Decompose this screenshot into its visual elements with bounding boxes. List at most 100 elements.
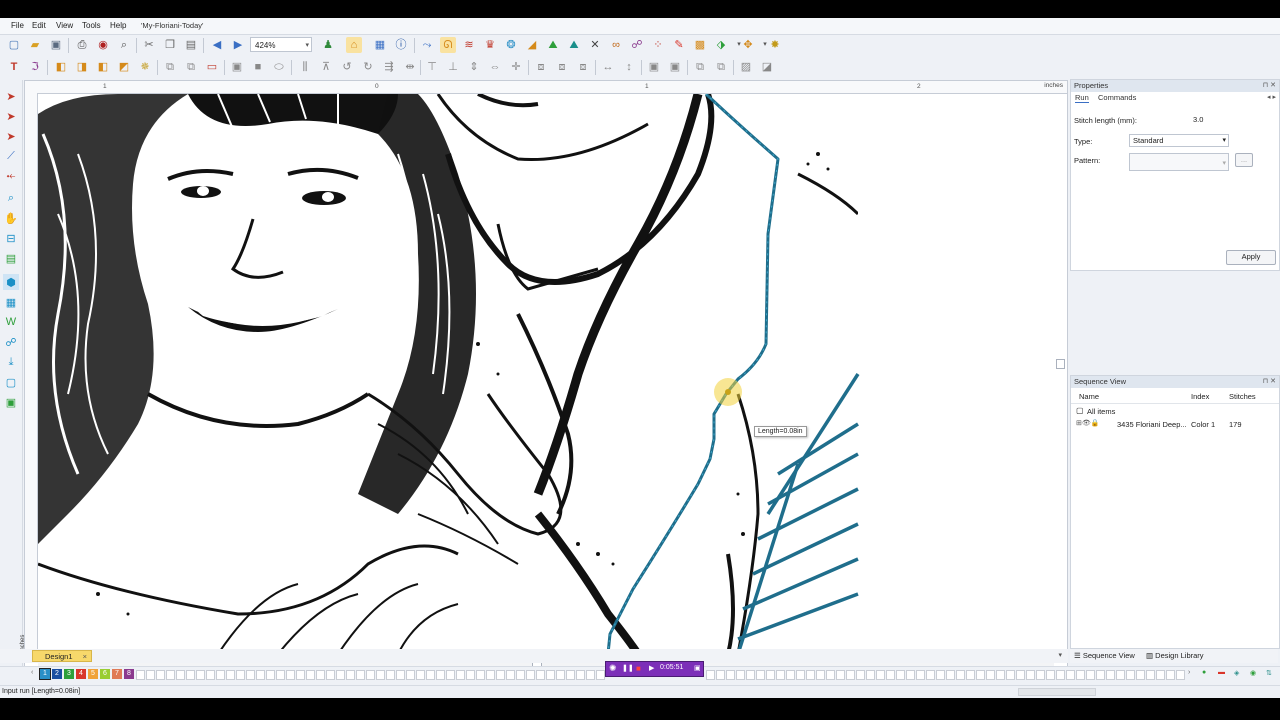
align-left-icon[interactable]: ◧ xyxy=(53,59,69,75)
empty-color-slot[interactable] xyxy=(996,670,1005,680)
sort-icon[interactable]: ⇅ xyxy=(1266,669,1272,677)
color-swatch[interactable]: 8 xyxy=(124,669,134,679)
empty-color-slot[interactable] xyxy=(706,670,715,680)
empty-color-slot[interactable] xyxy=(886,670,895,680)
empty-color-slot[interactable] xyxy=(946,670,955,680)
empty-color-slot[interactable] xyxy=(1126,670,1135,680)
hoop-icon[interactable]: ♟ xyxy=(320,37,336,53)
column-name[interactable]: Name xyxy=(1079,392,1099,401)
stitch-view-icon[interactable]: W xyxy=(3,314,19,330)
pattern-icon[interactable]: ▩ xyxy=(692,37,708,53)
menu-file[interactable]: File xyxy=(11,21,24,30)
run-stitch-icon[interactable]: ⤳ xyxy=(419,37,435,53)
empty-color-slot[interactable] xyxy=(416,670,425,680)
crystal-icon[interactable]: ⛰ xyxy=(545,37,561,53)
import-icon[interactable]: ⤓ xyxy=(3,354,19,370)
shape-icon[interactable]: ⛰ xyxy=(566,37,582,53)
hoop-view-icon[interactable]: ▢ xyxy=(3,374,19,390)
print-preview-icon[interactable]: ⌕ xyxy=(116,37,132,53)
empty-color-slot[interactable] xyxy=(836,670,845,680)
empty-color-slot[interactable] xyxy=(956,670,965,680)
empty-color-slot[interactable] xyxy=(266,670,275,680)
empty-color-slot[interactable] xyxy=(536,670,545,680)
pencil-icon[interactable]: ✎ xyxy=(671,37,687,53)
empty-color-slot[interactable] xyxy=(426,670,435,680)
ellipse-icon[interactable]: ⬭ xyxy=(271,59,287,75)
empty-color-slot[interactable] xyxy=(156,670,165,680)
order-front-icon[interactable]: ⧈ xyxy=(533,59,549,75)
order-back-icon[interactable]: ⧈ xyxy=(554,59,570,75)
empty-color-slot[interactable] xyxy=(576,670,585,680)
tab-sequence-view[interactable]: ☰ Sequence View xyxy=(1074,651,1135,660)
center-icon[interactable]: ✛ xyxy=(508,59,524,75)
tab-design1[interactable]: Design1 × xyxy=(32,650,92,662)
rotate-right-icon[interactable]: ↻ xyxy=(360,59,376,75)
panel-pin-close-icon[interactable]: ⊓ ✕ xyxy=(1263,80,1276,92)
empty-color-slot[interactable] xyxy=(286,670,295,680)
empty-color-slot[interactable] xyxy=(446,670,455,680)
open-folder-icon[interactable]: ▰ xyxy=(27,37,43,53)
empty-color-slot[interactable] xyxy=(896,670,905,680)
menu-help[interactable]: Help xyxy=(110,21,126,30)
knife-icon[interactable]: ⟋ xyxy=(3,148,19,164)
empty-color-slot[interactable] xyxy=(406,670,415,680)
empty-color-slot[interactable] xyxy=(206,670,215,680)
crop-icon[interactable]: ▣ xyxy=(646,59,662,75)
align-bottom-icon[interactable]: ◩ xyxy=(116,59,132,75)
empty-color-slot[interactable] xyxy=(716,670,725,680)
empty-color-slot[interactable] xyxy=(1116,670,1125,680)
color-swatch[interactable]: 4 xyxy=(76,669,86,679)
applique-icon[interactable]: ◢ xyxy=(524,37,540,53)
close-icon[interactable]: × xyxy=(83,651,87,663)
empty-color-slot[interactable] xyxy=(1106,670,1115,680)
empty-color-slot[interactable] xyxy=(216,670,225,680)
empty-color-slot[interactable] xyxy=(596,670,605,680)
empty-color-slot[interactable] xyxy=(1166,670,1175,680)
text-path-icon[interactable]: ℑ xyxy=(27,59,43,75)
align-top-icon[interactable]: ⊤ xyxy=(424,59,440,75)
panel-pin-close-icon[interactable]: ⊓ ✕ xyxy=(1263,376,1276,388)
empty-color-slot[interactable] xyxy=(546,670,555,680)
empty-color-slot[interactable] xyxy=(436,670,445,680)
empty-color-slot[interactable] xyxy=(346,670,355,680)
empty-color-slot[interactable] xyxy=(486,670,495,680)
mirror-v-icon[interactable]: ⊼ xyxy=(318,59,334,75)
menu-tools[interactable]: Tools xyxy=(82,21,101,30)
background-icon[interactable]: ▣ xyxy=(3,394,19,410)
print-icon[interactable]: ⎙ xyxy=(74,37,90,53)
tab-design-library[interactable]: ▥ Design Library xyxy=(1146,651,1204,660)
empty-color-slot[interactable] xyxy=(1076,670,1085,680)
expand-icon[interactable]: ⊞👁🔒 xyxy=(1076,419,1099,427)
remove-color-icon[interactable]: ▬ xyxy=(1218,669,1225,676)
empty-color-slot[interactable] xyxy=(746,670,755,680)
sequence-all-items[interactable]: ▢ All items xyxy=(1071,405,1279,417)
stitch-fill-lines[interactable] xyxy=(736,373,860,654)
empty-color-slot[interactable] xyxy=(526,670,535,680)
empty-color-slot[interactable] xyxy=(856,670,865,680)
empty-color-slot[interactable] xyxy=(1006,670,1015,680)
empty-color-slot[interactable] xyxy=(356,670,365,680)
convert-icon[interactable]: ⬗ xyxy=(713,37,729,53)
sequence-row[interactable]: ⊞👁🔒 3435 Floriani Deep... Color 1 179 xyxy=(1071,418,1279,430)
same-width-icon[interactable]: ↔ xyxy=(600,59,616,75)
chain-icon[interactable]: ∞ xyxy=(608,37,624,53)
distribute-icon[interactable]: ⇶ xyxy=(381,59,397,75)
empty-color-slot[interactable] xyxy=(726,670,735,680)
color-swatch[interactable]: 7 xyxy=(112,669,122,679)
empty-color-slot[interactable] xyxy=(186,670,195,680)
empty-color-slot[interactable] xyxy=(1036,670,1045,680)
paste-icon[interactable]: ▤ xyxy=(183,37,199,53)
fill-icon[interactable]: ♛ xyxy=(482,37,498,53)
add-color-icon[interactable]: ● xyxy=(1202,669,1206,676)
empty-color-slot[interactable] xyxy=(236,670,245,680)
empty-color-slot[interactable] xyxy=(326,670,335,680)
transform-icon[interactable]: ✥ xyxy=(740,37,756,53)
empty-color-slot[interactable] xyxy=(1046,670,1055,680)
measure-icon[interactable]: ⊟ xyxy=(3,230,19,246)
duplicate-icon[interactable]: ⧉ xyxy=(692,59,708,75)
empty-color-slot[interactable] xyxy=(936,670,945,680)
connect-icon[interactable]: ☍ xyxy=(629,37,645,53)
empty-color-slot[interactable] xyxy=(166,670,175,680)
empty-color-slot[interactable] xyxy=(276,670,285,680)
pattern-browse-button[interactable]: ... xyxy=(1235,153,1253,167)
